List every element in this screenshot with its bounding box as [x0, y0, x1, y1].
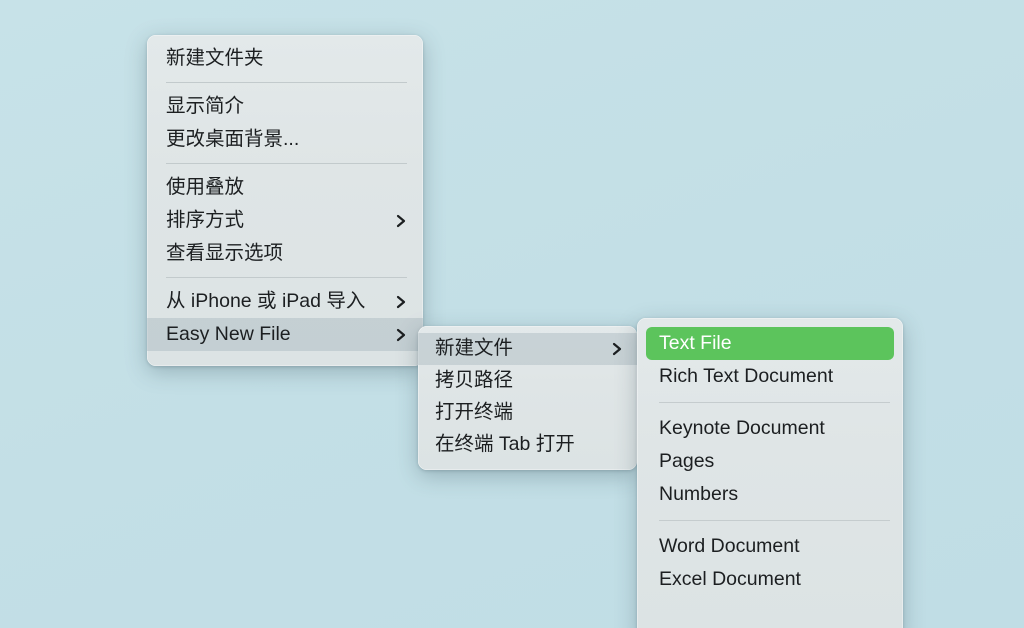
menu-item-label: Numbers: [659, 482, 739, 505]
menu-item-更改桌面背景[interactable]: 更改桌面背景...: [147, 123, 423, 156]
menu-separator: [166, 277, 407, 278]
menu-item-label: 查看显示选项: [166, 241, 284, 264]
menu-item-label: Excel Document: [659, 567, 801, 590]
menu-types-items: Text File Rich Text Document Keynote Docum…: [637, 327, 903, 596]
chevron-right-icon: [395, 328, 407, 342]
menu-item-easy-new-file[interactable]: Easy New File: [147, 318, 423, 351]
menu-item-label: Word Document: [659, 534, 800, 557]
menu-separator: [659, 520, 890, 521]
menu-item-显示简介[interactable]: 显示简介: [147, 90, 423, 123]
menu-item-label: 显示简介: [166, 94, 245, 117]
chevron-right-icon: [395, 295, 407, 309]
menu-item-label: 新建文件: [435, 337, 514, 360]
menu-item-使用叠放[interactable]: 使用叠放: [147, 171, 423, 204]
menu-separator: [166, 82, 407, 83]
menu-separator: [166, 163, 407, 164]
menu-root-items: 新建文件夹显示简介更改桌面背景... 使用叠放排序方式查看显示选项从 iPhone…: [147, 42, 423, 351]
chevron-right-icon: [611, 342, 623, 356]
menu-item-打开终端[interactable]: 打开终端: [418, 397, 637, 429]
menu-item-label: 拷贝路径: [435, 369, 514, 392]
menu-item-word-document[interactable]: Word Document: [637, 530, 903, 563]
menu-item-label: Pages: [659, 449, 715, 472]
finder-desktop-context-menu[interactable]: 新建文件夹显示简介更改桌面背景... 使用叠放排序方式查看显示选项从 iPhone…: [147, 35, 423, 366]
menu-item-从-iphone-或-ipad-导入[interactable]: 从 iPhone 或 iPad 导入: [147, 285, 423, 318]
desktop-background[interactable]: 新建文件夹显示简介更改桌面背景... 使用叠放排序方式查看显示选项从 iPhone…: [0, 0, 1024, 628]
menu-item-label: 排序方式: [166, 208, 245, 231]
menu-item-查看显示选项[interactable]: 查看显示选项: [147, 237, 423, 270]
menu-item-label: 使用叠放: [166, 175, 245, 198]
menu-item-label: 在终端 Tab 打开: [435, 433, 575, 456]
new-file-type-submenu[interactable]: Text File Rich Text Document Keynote Docum…: [637, 318, 903, 628]
menu-item-rich-text-document[interactable]: Rich Text Document: [637, 360, 903, 393]
menu-item-新建文件[interactable]: 新建文件: [418, 333, 637, 365]
menu-easy-items: 新建文件拷贝路径打开终端在终端 Tab 打开: [418, 333, 637, 461]
menu-item-排序方式[interactable]: 排序方式: [147, 204, 423, 237]
menu-item-text-file[interactable]: Text File: [646, 327, 894, 360]
menu-item-pages[interactable]: Pages: [637, 445, 903, 478]
menu-item-keynote-document[interactable]: Keynote Document: [637, 412, 903, 445]
menu-item-新建文件夹[interactable]: 新建文件夹: [147, 42, 423, 75]
menu-item-在终端-tab-打开[interactable]: 在终端 Tab 打开: [418, 429, 637, 461]
menu-item-label: 新建文件夹: [166, 46, 264, 69]
menu-item-label: Keynote Document: [659, 416, 825, 439]
menu-separator: [659, 402, 890, 403]
menu-item-numbers[interactable]: Numbers: [637, 478, 903, 511]
menu-item-拷贝路径[interactable]: 拷贝路径: [418, 365, 637, 397]
menu-item-label: 打开终端: [435, 401, 514, 424]
menu-item-label: Rich Text Document: [659, 364, 834, 387]
menu-item-label: Text File: [659, 331, 732, 354]
menu-item-label: Easy New File: [166, 322, 291, 345]
chevron-right-icon: [395, 214, 407, 228]
easy-new-file-submenu[interactable]: 新建文件拷贝路径打开终端在终端 Tab 打开: [418, 326, 637, 470]
menu-item-excel-document[interactable]: Excel Document: [637, 563, 903, 596]
menu-item-label: 更改桌面背景...: [166, 127, 300, 150]
menu-item-label: 从 iPhone 或 iPad 导入: [166, 289, 366, 312]
